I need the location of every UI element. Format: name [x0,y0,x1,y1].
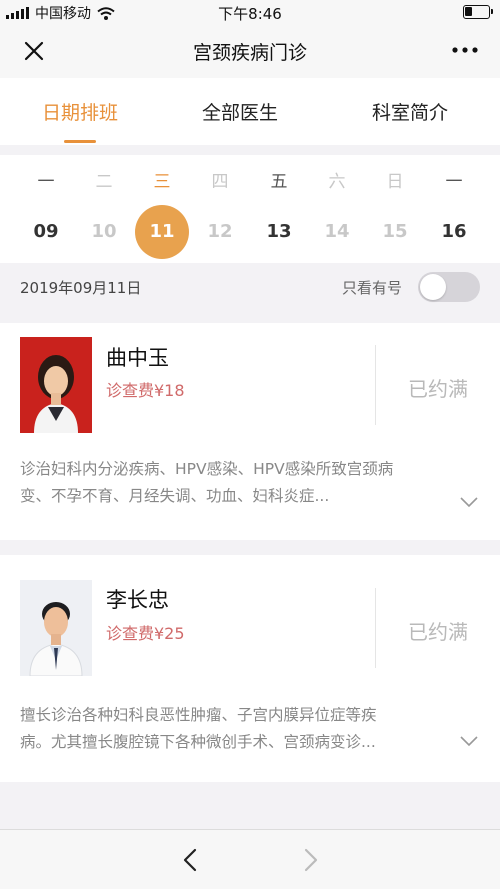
tab-schedule-label: 日期排班 [41,102,118,124]
filter-bar: 2019年09月11日 只看有号 [0,263,500,309]
date-number: 10 [91,221,117,242]
chevron-down-icon[interactable] [458,495,480,509]
battery-icon [463,5,493,19]
date-item[interactable]: 四 12 [191,155,249,263]
weekday-label: 一 [445,172,463,192]
weekday-label: 二 [95,172,113,192]
tab-active-indicator [64,140,96,143]
date-number: 13 [266,221,292,242]
doctor-card[interactable]: 曲中玉 诊查费¥18 已约满 诊治妇科内分泌疾病、HPV感染、HPV感染所致宫颈… [0,323,500,540]
doctor-fee: 诊查费¥25 [106,624,185,643]
date-item[interactable]: 六 14 [308,155,366,263]
weekday-label: 三 [153,172,171,192]
status-time: 下午8:46 [218,5,282,23]
date-item[interactable]: 一 09 [17,155,75,263]
tab-department-intro[interactable]: 科室简介 [320,78,500,145]
date-item[interactable]: 五 13 [250,155,308,263]
weekday-label: 一 [37,172,55,192]
weekday-label: 四 [211,172,229,192]
chevron-right-icon[interactable] [296,846,324,874]
weekday-label: 日 [386,172,404,192]
doctor-avatar [20,337,92,433]
only-available-label: 只看有号 [341,279,402,297]
doctor-fee: 诊查费¥18 [106,381,185,400]
card-divider [375,588,376,668]
date-number: 14 [324,221,350,242]
weekday-label: 六 [328,172,346,192]
doctor-card[interactable]: 李长忠 诊查费¥25 已约满 擅长诊治各种妇科良恶性肿瘤、子宫内膜异位症等疾 病… [0,555,500,782]
toggle-knob [420,274,446,300]
status-bar: 中国移动 下午8:46 [0,0,500,24]
tab-bar: 日期排班 全部医生 科室简介 [0,78,500,145]
date-number: 16 [441,221,467,242]
tab-schedule[interactable]: 日期排班 [0,78,160,145]
more-dots-icon[interactable] [450,38,480,62]
nav-bar: 宫颈疾病门诊 [0,24,500,78]
page-title: 宫颈疾病门诊 [192,42,307,64]
doctor-name: 曲中玉 [106,346,169,370]
tab-all-doctors-label: 全部医生 [201,102,278,124]
chevron-down-icon[interactable] [458,734,480,748]
only-available-toggle[interactable] [418,272,480,302]
tab-department-intro-label: 科室简介 [371,102,448,124]
doctor-description: 诊治妇科内分泌疾病、HPV感染、HPV感染所致宫颈病 变、不孕不育、月经失调、功… [20,456,460,510]
date-strip: 一 09 二 10 三 11 四 12 五 13 六 14 日 15 一 16 [0,155,500,263]
weekday-label: 五 [270,172,288,192]
date-item[interactable]: 三 11 [133,155,191,263]
date-item[interactable]: 一 16 [425,155,483,263]
doctor-name: 李长忠 [106,588,169,612]
booking-status: 已约满 [408,377,468,401]
description-line: 病。尤其擅长腹腔镜下各种微创手术、宫颈病变诊... [20,733,376,751]
bottom-nav-bar [0,829,500,889]
battery-level [465,7,472,16]
date-number: 15 [382,221,408,242]
tab-all-doctors[interactable]: 全部医生 [160,78,320,145]
date-number: 09 [33,221,59,242]
date-item[interactable]: 二 10 [75,155,133,263]
booking-status: 已约满 [408,620,468,644]
date-item[interactable]: 日 15 [366,155,424,263]
card-divider [375,345,376,425]
description-line: 诊治妇科内分泌疾病、HPV感染、HPV感染所致宫颈病 [20,460,394,478]
chevron-left-icon[interactable] [177,846,205,874]
date-number: 12 [207,221,233,242]
doctor-description: 擅长诊治各种妇科良恶性肿瘤、子宫内膜异位症等疾 病。尤其擅长腹腔镜下各种微创手术… [20,702,460,756]
doctor-avatar [20,580,92,676]
date-number: 11 [135,205,189,259]
selected-date-label: 2019年09月11日 [20,279,142,297]
description-line: 变、不孕不育、月经失调、功血、妇科炎症... [20,487,330,505]
description-line: 擅长诊治各种妇科良恶性肿瘤、子宫内膜异位症等疾 [20,706,377,724]
